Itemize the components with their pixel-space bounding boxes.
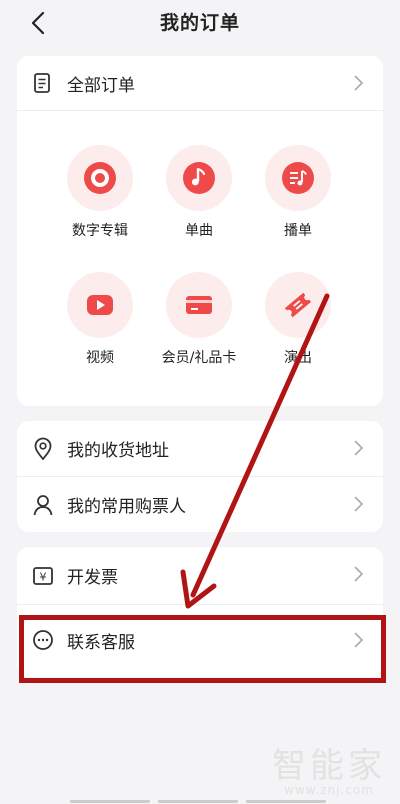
- all-orders-row[interactable]: 全部订单: [17, 56, 383, 110]
- divider: [17, 110, 383, 111]
- watermark-url: www.znj.com: [284, 783, 374, 797]
- watermark: 智能家 www.znj.com: [272, 738, 386, 797]
- watermark-logo: 智能家: [272, 746, 386, 786]
- top-bar: 我的订单: [0, 0, 400, 48]
- category-label: 数字专辑: [72, 223, 128, 239]
- chevron-right-icon: [354, 566, 364, 582]
- card-icon: [166, 272, 232, 338]
- order-list-icon: [31, 71, 55, 95]
- category-label: 播单: [284, 223, 312, 239]
- music-note-icon: [166, 145, 232, 211]
- video-play-icon: [67, 272, 133, 338]
- row-label: 开发票: [67, 568, 118, 588]
- location-pin-icon: [31, 437, 55, 461]
- playlist-icon: [265, 145, 331, 211]
- category-label: 单曲: [185, 223, 213, 239]
- chevron-right-icon: [354, 440, 364, 456]
- ticket-buyer-row[interactable]: 我的常用购票人: [17, 477, 383, 532]
- svg-text:¥: ¥: [40, 570, 47, 583]
- vinyl-icon: [67, 145, 133, 211]
- row-label: 我的收货地址: [67, 441, 169, 461]
- row-label: 我的常用购票人: [67, 497, 186, 517]
- bottom-bar-segment: [70, 800, 150, 803]
- category-show[interactable]: 演出: [243, 272, 353, 367]
- page-title: 我的订单: [159, 12, 240, 34]
- chevron-right-icon: [354, 496, 364, 512]
- shipping-address-row[interactable]: 我的收货地址: [17, 421, 383, 476]
- category-membership-giftcard[interactable]: 会员/礼品卡: [144, 272, 254, 367]
- category-single[interactable]: 单曲: [144, 145, 254, 240]
- orders-card: 全部订单 数字专辑 单曲 播单 视频 会员/礼品卡 演出: [17, 56, 383, 406]
- invoice-yen-icon: ¥: [31, 564, 55, 588]
- annotation-highlight-box: [19, 615, 386, 683]
- category-digital-album[interactable]: 数字专辑: [45, 145, 155, 240]
- category-playlist[interactable]: 播单: [243, 145, 353, 240]
- category-label: 视频: [86, 350, 114, 366]
- bottom-bar-segment: [158, 800, 238, 803]
- category-label: 会员/礼品卡: [161, 350, 237, 366]
- person-icon: [31, 493, 55, 517]
- ticket-icon: [265, 272, 331, 338]
- category-label: 演出: [284, 350, 312, 366]
- bottom-bar-segment: [246, 800, 326, 803]
- category-video[interactable]: 视频: [45, 272, 155, 367]
- chevron-right-icon: [354, 75, 364, 91]
- all-orders-label: 全部订单: [67, 75, 135, 96]
- invoice-row[interactable]: ¥ 开发票: [17, 547, 383, 604]
- address-card: 我的收货地址 我的常用购票人: [17, 421, 383, 532]
